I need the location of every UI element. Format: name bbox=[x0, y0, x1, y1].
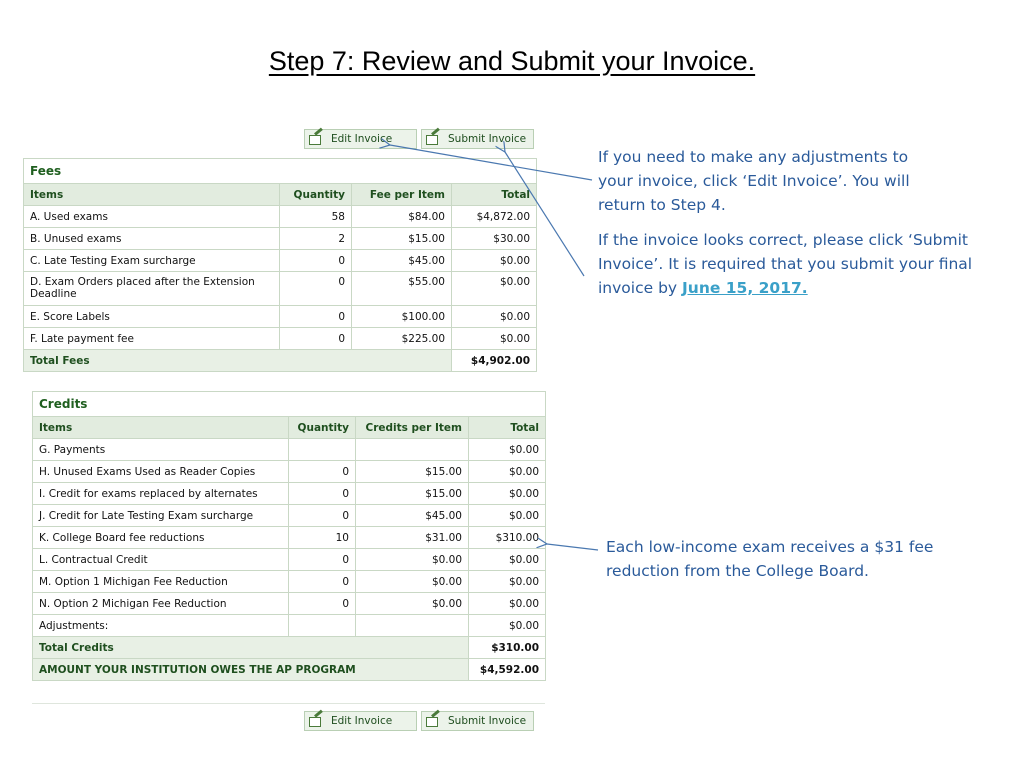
annotation-arrows bbox=[0, 0, 599, 551]
submit-arrow bbox=[505, 152, 585, 277]
edit-arrow bbox=[390, 145, 593, 181]
reduction-arrow bbox=[547, 544, 599, 551]
